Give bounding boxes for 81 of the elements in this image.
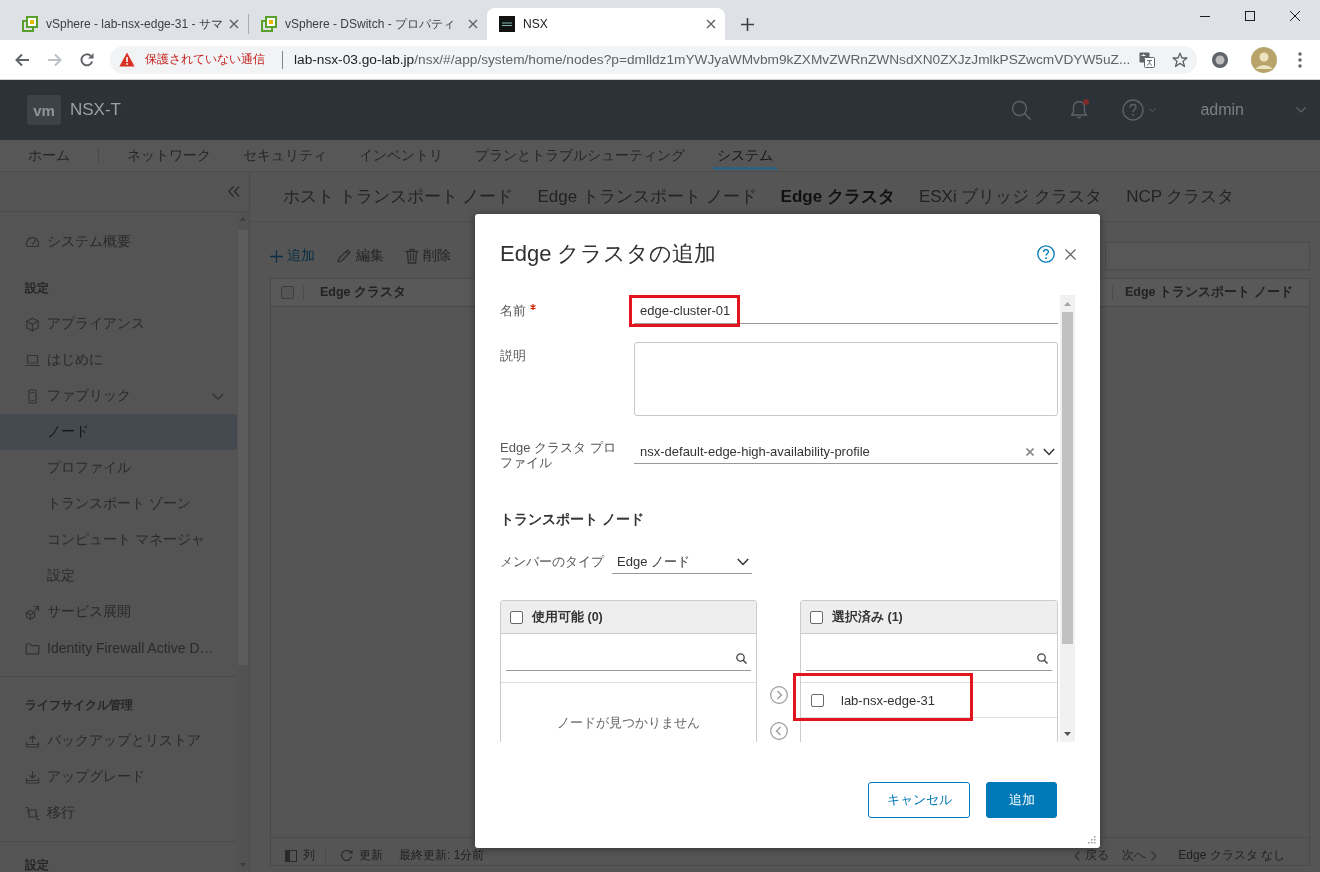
caret-icon[interactable] — [1149, 108, 1157, 112]
reload-icon[interactable] — [79, 51, 95, 68]
cube-icon — [25, 316, 40, 332]
gauge-icon — [25, 234, 40, 250]
browser-tab[interactable]: vSphere - DSwitch - プロパティ — [249, 8, 487, 40]
sub-tab[interactable]: Edge クラスタ — [780, 185, 895, 208]
folder-icon — [25, 640, 40, 656]
box-arrows-icon — [25, 805, 40, 821]
empty-message: ノードが見つかりません — [556, 714, 701, 732]
caret-icon[interactable] — [1296, 107, 1306, 113]
checkbox[interactable] — [510, 610, 523, 624]
triangle-down-icon[interactable] — [1064, 731, 1071, 736]
chevron-down-icon[interactable] — [1043, 447, 1055, 456]
download-icon — [25, 769, 40, 785]
plus-icon[interactable] — [741, 17, 754, 31]
dialog-title: Edge クラスタの追加 — [500, 240, 717, 268]
menu-icon[interactable] — [1298, 51, 1302, 68]
upload-icon — [25, 733, 40, 749]
close-icon[interactable] — [706, 19, 716, 29]
chevron-right-icon — [1151, 850, 1158, 861]
section-title: トランスポート ノード — [500, 511, 644, 529]
dropdown[interactable]: nsx-default-edge-high-availability-profile — [634, 440, 1058, 464]
list-item[interactable]: lab-nsx-edge-31 — [801, 683, 1057, 718]
list-title: 使用可能 (0) — [532, 608, 603, 626]
nav-tab[interactable]: システム — [701, 140, 789, 171]
cube-arrow-icon — [25, 604, 40, 620]
triangle-up-icon[interactable] — [1064, 301, 1071, 306]
text-input[interactable]: edge-cluster-01 — [634, 298, 1058, 324]
bell-icon[interactable] — [1070, 100, 1089, 120]
checkbox[interactable] — [280, 286, 294, 299]
squares-icon — [261, 16, 277, 32]
checkbox[interactable] — [811, 693, 824, 707]
laptop-icon — [25, 352, 40, 368]
back-arrow-icon[interactable] — [14, 51, 30, 68]
pencil-icon — [336, 248, 352, 264]
resize-grip-icon[interactable] — [1087, 835, 1096, 844]
phone-icon — [25, 388, 40, 404]
cancel-button[interactable]: キャンセル — [868, 782, 970, 818]
browser-tab[interactable]: vSphere - lab-nsx-edge-31 - サマ — [10, 8, 248, 40]
scrollbar-thumb[interactable] — [1062, 312, 1073, 644]
product-name: NSX-T — [70, 100, 121, 120]
close-icon[interactable] — [1065, 248, 1076, 260]
double-chevron-left-icon[interactable] — [228, 186, 240, 197]
url-text[interactable]: lab-nsx-03.go-lab.jp/nsx/#/app/system/home/nodes?p=dmlldz1mYWJyaWMvbm9kZXMvZWRnZWNsdXN0ZXJzJmlkPSZwcmVDYW5uZ... — [294, 52, 1131, 67]
help-icon[interactable] — [1122, 99, 1145, 121]
chevron-right-circle-icon[interactable] — [769, 686, 788, 704]
add-button[interactable]: 追加 — [986, 782, 1057, 818]
search-icon — [736, 653, 747, 664]
disc-icon[interactable] — [1211, 50, 1229, 69]
squares-icon — [22, 16, 38, 32]
chevron-left-icon — [1074, 850, 1081, 861]
chevron-left-circle-icon[interactable] — [769, 722, 788, 740]
dropdown[interactable]: Edge ノード — [612, 550, 752, 574]
field-label: 名前 — [500, 302, 526, 320]
field-label: メンバーのタイプ — [500, 553, 604, 571]
maximize-icon[interactable] — [1245, 11, 1255, 21]
app-logo[interactable]: vm — [27, 95, 61, 125]
field-label: Edge クラスタ プロファイル — [500, 440, 617, 470]
search-icon — [1037, 653, 1048, 664]
chevron-down-icon[interactable] — [737, 557, 749, 566]
address-bar[interactable]: 保護されていない通信 lab-nsx-03.go-lab.jp/nsx/#/app/system/home/nodes?p=dmlldz1mYWJyaWMvbm9kZXMvZWRnZWNsdXN0ZXJzJmlkPSZwcmVDYW5uZ... — [110, 45, 1197, 74]
refresh-icon — [340, 849, 353, 862]
columns-icon — [285, 849, 297, 862]
field-label: 説明 — [500, 347, 526, 365]
user-menu[interactable]: admin — [1200, 101, 1244, 119]
list-title: 選択済み (1) — [832, 608, 903, 626]
help-icon[interactable] — [1037, 245, 1055, 263]
browser-tab[interactable]: NSX — [487, 8, 725, 40]
close-icon[interactable] — [1290, 11, 1300, 21]
checkbox[interactable] — [810, 610, 823, 624]
clear-icon[interactable] — [1026, 447, 1034, 456]
warning-icon — [119, 52, 135, 67]
search-icon[interactable] — [1011, 100, 1032, 120]
star-icon[interactable] — [1172, 51, 1188, 68]
dark-tile-icon — [499, 16, 515, 32]
plus-icon — [270, 249, 283, 263]
trash-icon — [405, 248, 419, 264]
avatar-icon[interactable] — [1251, 46, 1277, 73]
translate-icon[interactable] — [1139, 51, 1155, 68]
security-warning[interactable]: 保護されていない通信 — [145, 51, 265, 68]
toolbar-button[interactable]: 追加 — [270, 247, 315, 265]
